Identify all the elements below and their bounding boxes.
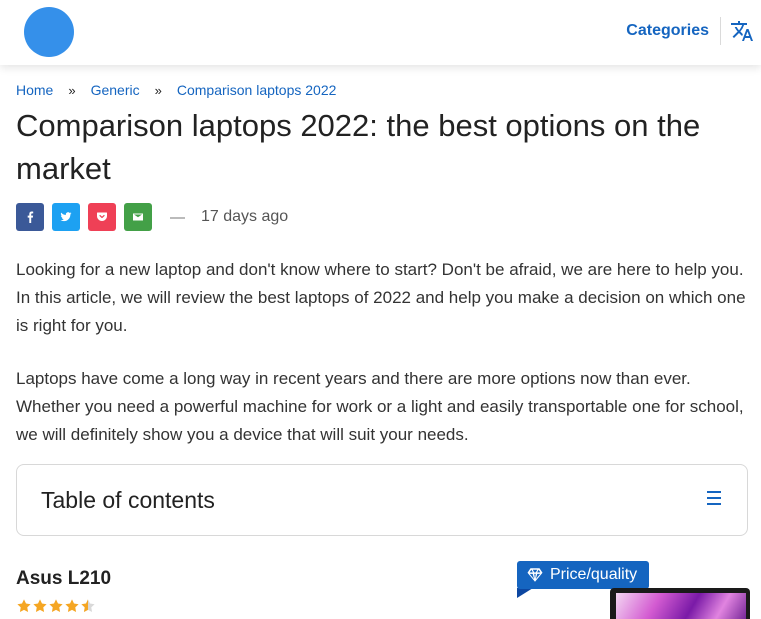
intro-paragraph: Looking for a new laptop and don't know … <box>16 260 746 335</box>
publish-date: 17 days ago <box>201 208 289 225</box>
facebook-share-button[interactable] <box>16 203 44 231</box>
breadcrumb-generic[interactable]: Generic <box>91 82 140 98</box>
table-of-contents[interactable]: Table of contents <box>16 464 748 536</box>
pocket-share-button[interactable] <box>88 203 116 231</box>
star-half-icon <box>81 599 95 612</box>
breadcrumb-home[interactable]: Home <box>16 82 53 98</box>
breadcrumb: Home » Generic » Comparison laptops 2022 <box>16 82 336 98</box>
star-icon <box>65 599 79 612</box>
product-name: Asus L210 <box>16 568 112 589</box>
categories-link[interactable]: Categories <box>626 22 709 40</box>
diamond-icon <box>527 568 543 582</box>
star-icon <box>17 599 31 612</box>
header-divider <box>720 17 721 45</box>
laptop-screen <box>616 593 746 619</box>
star-icon <box>49 599 63 612</box>
facebook-icon <box>27 211 34 223</box>
badge-ribbon-tail <box>517 588 533 598</box>
star-rating <box>16 598 96 614</box>
product-image[interactable] <box>610 588 750 619</box>
email-icon <box>133 213 143 221</box>
menu-icon[interactable] <box>707 491 721 505</box>
translate-icon[interactable] <box>730 19 754 43</box>
breadcrumb-separator: » <box>68 82 76 98</box>
breadcrumb-current[interactable]: Comparison laptops 2022 <box>177 82 337 98</box>
body-paragraph: Laptops have come a long way in recent y… <box>16 369 744 444</box>
toc-title: Table of contents <box>41 487 215 513</box>
share-bar: — 17 days ago <box>16 203 288 231</box>
star-icon <box>33 599 47 612</box>
meta-separator: — <box>170 208 185 226</box>
page-title: Comparison laptops 2022: the best option… <box>16 108 701 186</box>
twitter-share-button[interactable] <box>52 203 80 231</box>
site-header: Categories <box>0 0 761 65</box>
twitter-icon <box>60 212 72 222</box>
site-logo[interactable] <box>24 7 74 57</box>
badge-label: Price/quality <box>550 566 638 583</box>
email-share-button[interactable] <box>124 203 152 231</box>
price-quality-badge: Price/quality <box>517 561 649 589</box>
breadcrumb-separator: » <box>154 82 162 98</box>
pocket-icon <box>97 212 107 221</box>
